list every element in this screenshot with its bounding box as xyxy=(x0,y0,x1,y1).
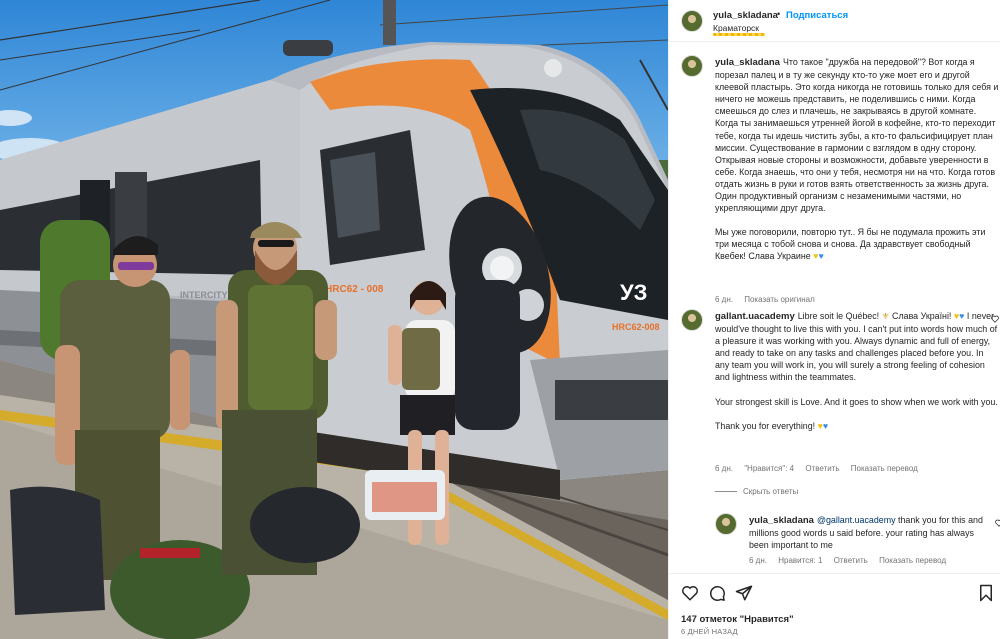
comment-text-e: Thank you for everything! xyxy=(715,420,816,431)
train-logo: УЗ xyxy=(620,280,647,305)
comment-text-b: Слава Україні! xyxy=(892,311,952,321)
post-location[interactable]: Краматорск xyxy=(713,23,759,33)
instagram-post: УЗ HRC62 - 008 HRC62-008 INTERCITY yula_… xyxy=(0,0,1000,639)
comment-text-a: Libre soit le Québec! xyxy=(797,311,880,321)
reply-link[interactable]: Ответить xyxy=(805,464,839,473)
comments-list[interactable]: yula_skladana Что такое "дружба на передо… xyxy=(669,43,1000,570)
train-number-side: HRC62 - 008 xyxy=(325,284,384,295)
reply-link[interactable]: Ответить xyxy=(834,556,868,565)
heart-icon[interactable] xyxy=(681,584,699,602)
post-photo[interactable]: УЗ HRC62 - 008 HRC62-008 INTERCITY xyxy=(0,0,668,639)
comment-time[interactable]: 6 дн. xyxy=(715,464,733,473)
caption-time[interactable]: 6 дн. xyxy=(715,295,733,304)
author-username[interactable]: yula_skladana xyxy=(713,10,778,21)
post-age[interactable]: 6 ДНЕЙ НАЗАД xyxy=(681,627,738,636)
caption-username[interactable]: yula_skladana xyxy=(715,57,780,68)
post-side-panel: yula_skladana • Подписаться Краматорск y… xyxy=(668,0,1000,639)
follow-button[interactable]: Подписаться xyxy=(786,10,848,21)
reply-avatar[interactable] xyxy=(715,513,737,535)
comment-meta: 6 дн. "Нравится": 4 Ответить Показать пе… xyxy=(715,464,927,473)
post-header: yula_skladana • Подписаться Краматорск xyxy=(669,0,1000,42)
replies-line xyxy=(715,491,737,493)
blue-heart-icon: ♥ xyxy=(822,420,829,431)
reply-username[interactable]: yula_skladana xyxy=(749,515,814,526)
fleur-de-lis-icon: ⚜ xyxy=(881,311,890,321)
caption-text-1: Что такое "дружба на передовой"? Вот ког… xyxy=(715,57,999,214)
show-original-link[interactable]: Показать оригинал xyxy=(744,295,815,304)
comment-icon[interactable] xyxy=(708,584,726,602)
comment-body: gallant.uacademy Libre soit le Québec! ⚜ … xyxy=(715,310,999,432)
reply-likes[interactable]: Нравится: 1 xyxy=(778,556,822,565)
hide-replies-toggle[interactable]: Скрыть ответы xyxy=(715,487,798,496)
reply-translate-link[interactable]: Показать перевод xyxy=(879,556,946,565)
caption-text-2: Мы уже поговорили, повторю тут.. Я бы не… xyxy=(715,227,986,262)
author-avatar[interactable] xyxy=(681,10,703,32)
caption-body: yula_skladana Что такое "дружба на передо… xyxy=(715,56,999,263)
caption-meta: 6 дн. Показать оригинал xyxy=(715,295,824,304)
like-comment-icon[interactable] xyxy=(991,315,999,323)
separator-dot: • xyxy=(777,9,781,19)
share-icon[interactable] xyxy=(735,584,753,602)
like-reply-icon[interactable] xyxy=(995,519,1000,527)
train-side-text: INTERCITY xyxy=(180,290,228,300)
blue-heart-icon: ♥ xyxy=(818,251,824,262)
likes-count[interactable]: 147 отметок "Нравится" xyxy=(681,614,794,625)
action-bar: 147 отметок "Нравится" 6 ДНЕЙ НАЗАД xyxy=(669,573,1000,639)
hide-replies-label: Скрыть ответы xyxy=(743,487,799,496)
reply-time[interactable]: 6 дн. xyxy=(749,556,767,565)
photo-illustration: УЗ HRC62 - 008 HRC62-008 INTERCITY xyxy=(0,0,668,639)
blue-heart-icon: ♥ xyxy=(959,311,965,321)
bookmark-icon[interactable] xyxy=(977,584,995,602)
comment-likes[interactable]: "Нравится": 4 xyxy=(744,464,794,473)
reply-meta: 6 дн. Нравится: 1 Ответить Показать пере… xyxy=(749,556,955,565)
comment-avatar[interactable] xyxy=(681,309,703,331)
translate-link[interactable]: Показать перевод xyxy=(851,464,918,473)
reply-body: yula_skladana @gallant.uacademy thank you… xyxy=(749,514,987,551)
location-highlight xyxy=(713,33,765,36)
reply-mention[interactable]: @gallant.uacademy xyxy=(817,515,896,525)
comment-text-d: Your strongest skill is Love. And it goe… xyxy=(715,396,998,407)
caption-avatar[interactable] xyxy=(681,55,703,77)
comment-username[interactable]: gallant.uacademy xyxy=(715,311,795,322)
train-number-front: HRC62-008 xyxy=(612,322,660,332)
